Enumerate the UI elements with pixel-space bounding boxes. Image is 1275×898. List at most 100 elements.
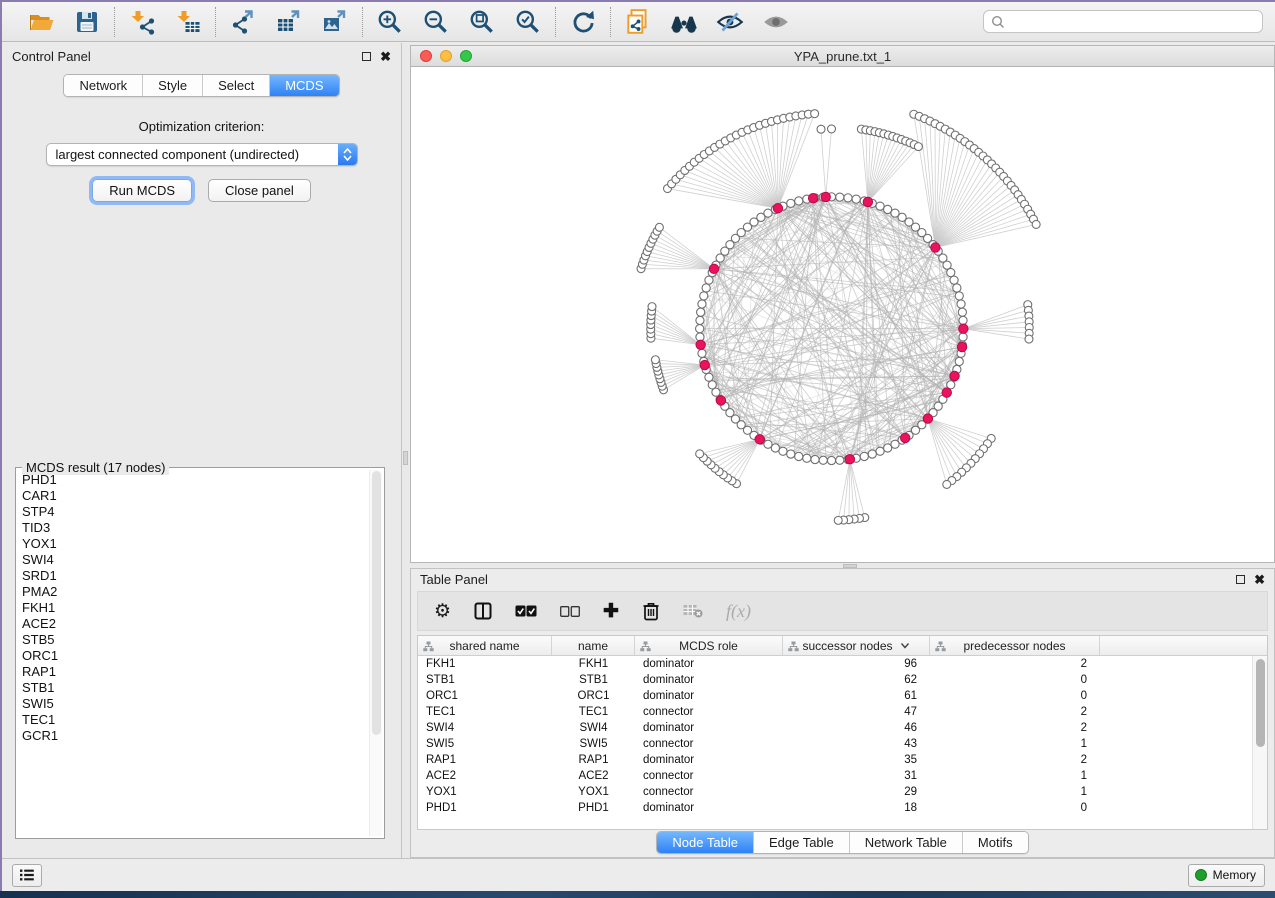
show-columns-icon[interactable] [474, 602, 492, 620]
tab-style[interactable]: Style [142, 75, 202, 96]
table-row[interactable]: FKH1FKH1dominator962 [418, 656, 1252, 672]
cell-mcds-role[interactable]: connector [635, 768, 783, 784]
close-panel-icon[interactable]: ✖ [380, 50, 391, 63]
select-all-checks-icon[interactable] [515, 605, 537, 617]
table-settings-gear-icon[interactable]: ⚙ [434, 600, 451, 623]
mcds-result-item[interactable]: TEC1 [22, 712, 368, 728]
close-panel-button[interactable]: Close panel [208, 179, 311, 202]
mcds-result-item[interactable]: STB1 [22, 680, 368, 696]
window-close-button[interactable] [420, 50, 432, 62]
cell-name[interactable]: PHD1 [552, 800, 635, 816]
table-scrollbar[interactable] [1252, 656, 1267, 829]
table-row[interactable]: YOX1YOX1connector291 [418, 784, 1252, 800]
table-row[interactable]: SWI5SWI5connector431 [418, 736, 1252, 752]
cell-predecessor-nodes[interactable]: 2 [930, 720, 1100, 736]
mcds-result-item[interactable]: PMA2 [22, 584, 368, 600]
zoom-out-icon[interactable] [421, 7, 451, 37]
table-row[interactable]: ACE2ACE2connector311 [418, 768, 1252, 784]
table-row[interactable]: ORC1ORC1dominator610 [418, 688, 1252, 704]
tab-motifs[interactable]: Motifs [962, 832, 1028, 853]
column-header-predecessor-nodes[interactable]: predecessor nodes [930, 636, 1100, 655]
mcds-result-item[interactable]: SRD1 [22, 568, 368, 584]
cell-mcds-role[interactable]: dominator [635, 688, 783, 704]
table-row[interactable]: STB1STB1dominator620 [418, 672, 1252, 688]
mcds-result-item[interactable]: SWI4 [22, 552, 368, 568]
refresh-view-icon[interactable] [568, 7, 598, 37]
cell-shared-name[interactable]: ACE2 [418, 768, 552, 784]
cell-mcds-role[interactable]: connector [635, 736, 783, 752]
mcds-result-item[interactable]: SWI5 [22, 696, 368, 712]
show-all-icon[interactable] [761, 7, 791, 37]
cell-successor-nodes[interactable]: 18 [783, 800, 930, 816]
zoom-selected-icon[interactable] [513, 7, 543, 37]
cell-predecessor-nodes[interactable]: 0 [930, 672, 1100, 688]
cell-shared-name[interactable]: FKH1 [418, 656, 552, 672]
cell-mcds-role[interactable]: dominator [635, 656, 783, 672]
cell-mcds-role[interactable]: connector [635, 784, 783, 800]
cell-name[interactable]: ORC1 [552, 688, 635, 704]
cell-predecessor-nodes[interactable]: 2 [930, 656, 1100, 672]
deselect-all-checks-icon[interactable] [560, 606, 580, 617]
cell-predecessor-nodes[interactable]: 1 [930, 736, 1100, 752]
cell-predecessor-nodes[interactable]: 1 [930, 768, 1100, 784]
cell-shared-name[interactable]: TEC1 [418, 704, 552, 720]
mcds-result-item[interactable]: TID3 [22, 520, 368, 536]
cell-name[interactable]: STB1 [552, 672, 635, 688]
mcds-result-item[interactable]: GCR1 [22, 728, 368, 744]
mcds-result-item[interactable]: STP4 [22, 504, 368, 520]
cell-successor-nodes[interactable]: 62 [783, 672, 930, 688]
export-table-icon[interactable] [274, 7, 304, 37]
tab-mcds[interactable]: MCDS [269, 75, 338, 96]
memory-button[interactable]: Memory [1188, 864, 1265, 887]
mcds-result-item[interactable]: RAP1 [22, 664, 368, 680]
save-session-icon[interactable] [72, 7, 102, 37]
search-input[interactable] [1010, 15, 1255, 29]
export-image-icon[interactable] [320, 7, 350, 37]
cell-predecessor-nodes[interactable]: 2 [930, 752, 1100, 768]
import-table-icon[interactable] [173, 7, 203, 37]
window-maximize-button[interactable] [460, 50, 472, 62]
cell-shared-name[interactable]: YOX1 [418, 784, 552, 800]
vertical-splitter[interactable] [402, 43, 410, 858]
zoom-in-icon[interactable] [375, 7, 405, 37]
cell-successor-nodes[interactable]: 43 [783, 736, 930, 752]
cell-predecessor-nodes[interactable]: 0 [930, 688, 1100, 704]
cell-shared-name[interactable]: ORC1 [418, 688, 552, 704]
mcds-result-item[interactable]: PHD1 [22, 472, 368, 488]
delete-column-trash-icon[interactable] [642, 601, 660, 621]
cell-name[interactable]: FKH1 [552, 656, 635, 672]
open-file-icon[interactable] [26, 7, 56, 37]
cell-shared-name[interactable]: SWI5 [418, 736, 552, 752]
mcds-result-item[interactable]: CAR1 [22, 488, 368, 504]
run-mcds-button[interactable]: Run MCDS [92, 179, 192, 202]
mcds-list-scrollbar[interactable] [369, 470, 382, 836]
float-panel-icon[interactable] [1236, 575, 1245, 584]
export-network-icon[interactable] [228, 7, 258, 37]
cell-successor-nodes[interactable]: 61 [783, 688, 930, 704]
mcds-result-item[interactable]: ACE2 [22, 616, 368, 632]
scrollbar-thumb[interactable] [1256, 659, 1265, 747]
add-column-icon[interactable]: ✚ [603, 600, 619, 623]
mcds-result-item[interactable]: FKH1 [22, 600, 368, 616]
import-network-icon[interactable] [127, 7, 157, 37]
cell-name[interactable]: SWI5 [552, 736, 635, 752]
tab-node-table[interactable]: Node Table [657, 832, 753, 853]
cell-name[interactable]: ACE2 [552, 768, 635, 784]
float-panel-icon[interactable] [362, 52, 371, 61]
table-row[interactable]: PHD1PHD1dominator180 [418, 800, 1252, 816]
close-panel-icon[interactable]: ✖ [1254, 573, 1265, 586]
cell-successor-nodes[interactable]: 35 [783, 752, 930, 768]
column-header-mcds-role[interactable]: MCDS role [635, 636, 783, 655]
cell-successor-nodes[interactable]: 29 [783, 784, 930, 800]
mcds-result-item[interactable]: STB5 [22, 632, 368, 648]
column-header-shared-name[interactable]: shared name [418, 636, 552, 655]
cell-name[interactable]: TEC1 [552, 704, 635, 720]
table-row[interactable]: TEC1TEC1connector472 [418, 704, 1252, 720]
network-graph[interactable] [411, 67, 1274, 562]
mcds-result-item[interactable]: YOX1 [22, 536, 368, 552]
cell-predecessor-nodes[interactable]: 2 [930, 704, 1100, 720]
splitter-grip[interactable] [403, 451, 408, 465]
cell-name[interactable]: YOX1 [552, 784, 635, 800]
column-header-name[interactable]: name [552, 636, 635, 655]
window-minimize-button[interactable] [440, 50, 452, 62]
